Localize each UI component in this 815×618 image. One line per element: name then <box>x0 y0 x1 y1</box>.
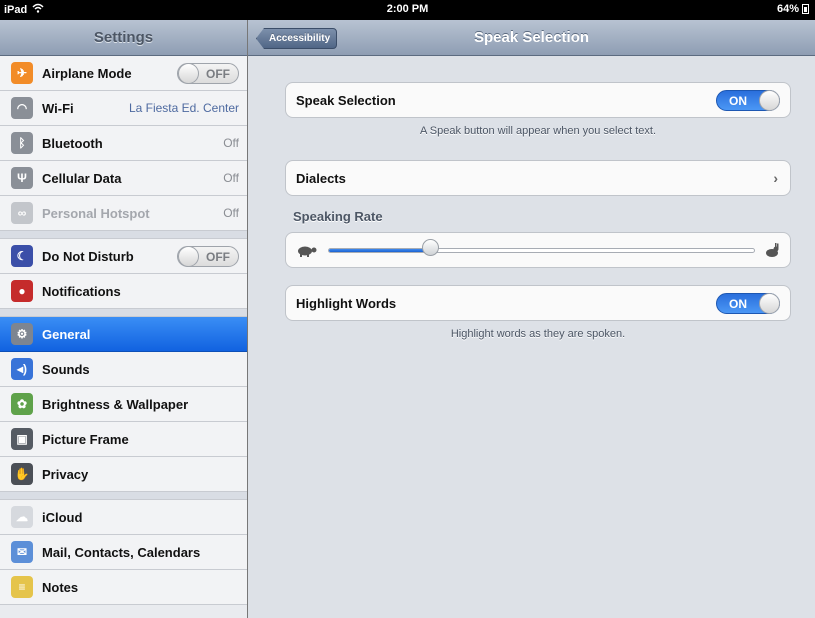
status-bar: iPad 2:00 PM 64% <box>0 0 815 20</box>
sidebar-list: ✈ Airplane Mode OFF ◠ Wi-Fi La Fiesta Ed. Cen… <box>0 56 247 605</box>
cloud-icon: ☁ <box>11 506 33 528</box>
speak-selection-group: Speak Selection ON <box>285 82 791 118</box>
sidebar-item-value: Off <box>223 171 239 185</box>
speak-selection-label: Speak Selection <box>296 92 396 108</box>
highlight-words-label: Highlight Words <box>296 295 397 311</box>
sidebar-item-general[interactable]: ⚙ General <box>0 317 247 352</box>
highlight-words-toggle-state: ON <box>729 297 747 311</box>
sidebar-item-label: Wi-Fi <box>42 100 74 116</box>
toggle-knob <box>759 90 780 111</box>
speaker-icon: ◂) <box>11 358 33 380</box>
sidebar-item-picture-frame[interactable]: ▣ Picture Frame <box>0 422 247 457</box>
moon-icon: ☾ <box>11 245 33 267</box>
bluetooth-icon: ᛒ <box>11 132 33 154</box>
speak-selection-row: Speak Selection ON <box>286 83 790 117</box>
back-button-accessibility[interactable]: Accessibility <box>256 28 338 49</box>
highlight-words-group: Highlight Words ON <box>285 285 791 321</box>
settings-sidebar: Settings ✈ Airplane Mode OFF ◠ Wi-Fi La Fiest… <box>0 20 248 618</box>
detail-nav-bar: Accessibility Speak Selection <box>248 20 815 56</box>
sidebar-item-value: Off <box>223 206 239 220</box>
sidebar-item-label: Bluetooth <box>42 135 103 151</box>
sidebar-item-label: General <box>42 326 91 342</box>
hand-icon: ✋ <box>11 463 33 485</box>
speak-selection-toggle-state: ON <box>729 94 747 108</box>
toggle-knob <box>178 246 199 267</box>
sidebar-item-label: iCloud <box>42 509 83 525</box>
speaking-rate-group <box>285 232 791 268</box>
highlight-words-toggle[interactable]: ON <box>716 293 780 314</box>
sidebar-item-do-not-disturb[interactable]: ☾ Do Not Disturb OFF <box>0 239 247 274</box>
sidebar-group-gap <box>0 231 247 239</box>
sidebar-toggle-switch[interactable]: OFF <box>177 246 239 267</box>
battery-percent: 64% <box>776 3 799 15</box>
sidebar-item-label: Personal Hotspot <box>42 205 150 221</box>
toggle-state: OFF <box>206 67 230 81</box>
sidebar-item-notifications[interactable]: ● Notifications <box>0 274 247 309</box>
sidebar-item-label: Notes <box>42 579 79 595</box>
status-time: 2:00 PM <box>386 3 429 15</box>
highlight-words-footer: Highlight words as they are spoken. <box>450 328 626 340</box>
sidebar-item-brightness-wallpaper[interactable]: ✿ Brightness & Wallpaper <box>0 387 247 422</box>
sidebar-item-cellular-data[interactable]: Ψ Cellular Data Off <box>0 161 247 196</box>
chevron-right-icon: › <box>773 170 778 186</box>
turtle-icon <box>296 243 318 262</box>
speaking-rate-slider-thumb[interactable] <box>422 239 440 256</box>
flower-icon: ✿ <box>11 393 33 415</box>
sidebar-item-bluetooth[interactable]: ᛒ Bluetooth Off <box>0 126 247 161</box>
sidebar-item-label: Brightness & Wallpaper <box>42 396 189 412</box>
sidebar-item-mail-contacts-calendars[interactable]: ✉ Mail, Contacts, Calendars <box>0 535 247 570</box>
mail-icon: ✉ <box>11 541 33 563</box>
notifications-icon: ● <box>11 280 33 302</box>
sidebar-item-icloud[interactable]: ☁ iCloud <box>0 500 247 535</box>
speak-selection-toggle[interactable]: ON <box>716 90 780 111</box>
speaking-rate-header: Speaking Rate <box>293 209 383 224</box>
detail-pane: Accessibility Speak Selection Speak Sele… <box>248 20 815 618</box>
notes-icon: ≡ <box>11 576 33 598</box>
sidebar-item-privacy[interactable]: ✋ Privacy <box>0 457 247 492</box>
sidebar-item-label: Mail, Contacts, Calendars <box>42 544 201 560</box>
sidebar-item-label: Notifications <box>42 283 121 299</box>
sidebar-item-value: La Fiesta Ed. Center <box>128 101 239 115</box>
speaking-rate-slider-track[interactable] <box>328 248 755 253</box>
sidebar-item-notes[interactable]: ≡ Notes <box>0 570 247 605</box>
sidebar-group-gap <box>0 309 247 317</box>
toggle-state: OFF <box>206 250 230 264</box>
sidebar-toggle-switch[interactable]: OFF <box>177 63 239 84</box>
sidebar-item-sounds[interactable]: ◂) Sounds <box>0 352 247 387</box>
rabbit-icon <box>764 242 780 263</box>
sidebar-item-airplane-mode[interactable]: ✈ Airplane Mode OFF <box>0 56 247 91</box>
dialects-label: Dialects <box>296 170 346 186</box>
gear-icon: ⚙ <box>11 323 33 345</box>
battery-icon <box>802 4 809 14</box>
toggle-knob <box>178 63 199 84</box>
hotspot-icon: ∞ <box>11 202 33 224</box>
sidebar-title: Settings <box>0 20 247 56</box>
wifi-icon: ◠ <box>11 97 33 119</box>
sidebar-item-label: Privacy <box>42 466 89 482</box>
sidebar-item-label: Cellular Data <box>42 170 122 186</box>
speaking-rate-slider-fill <box>329 249 431 252</box>
airplane-icon: ✈ <box>11 62 33 84</box>
picture-frame-icon: ▣ <box>11 428 33 450</box>
dialects-row[interactable]: Dialects › <box>286 161 790 195</box>
toggle-knob <box>759 293 780 314</box>
sidebar-group-gap <box>0 492 247 500</box>
sidebar-item-label: Do Not Disturb <box>42 248 134 264</box>
dialects-group: Dialects › <box>285 160 791 196</box>
sidebar-item-value: Off <box>223 136 239 150</box>
speak-selection-footer: A Speak button will appear when you sele… <box>419 125 657 137</box>
sidebar-item-label: Sounds <box>42 361 90 377</box>
sidebar-item-personal-hotspot[interactable]: ∞ Personal Hotspot Off <box>0 196 247 231</box>
sidebar-item-label: Airplane Mode <box>42 65 132 81</box>
detail-title: Speak Selection <box>473 29 590 46</box>
highlight-words-row: Highlight Words ON <box>286 286 790 320</box>
sidebar-item-label: Picture Frame <box>42 431 129 447</box>
antenna-icon: Ψ <box>11 167 33 189</box>
sidebar-item-wi-fi[interactable]: ◠ Wi-Fi La Fiesta Ed. Center <box>0 91 247 126</box>
